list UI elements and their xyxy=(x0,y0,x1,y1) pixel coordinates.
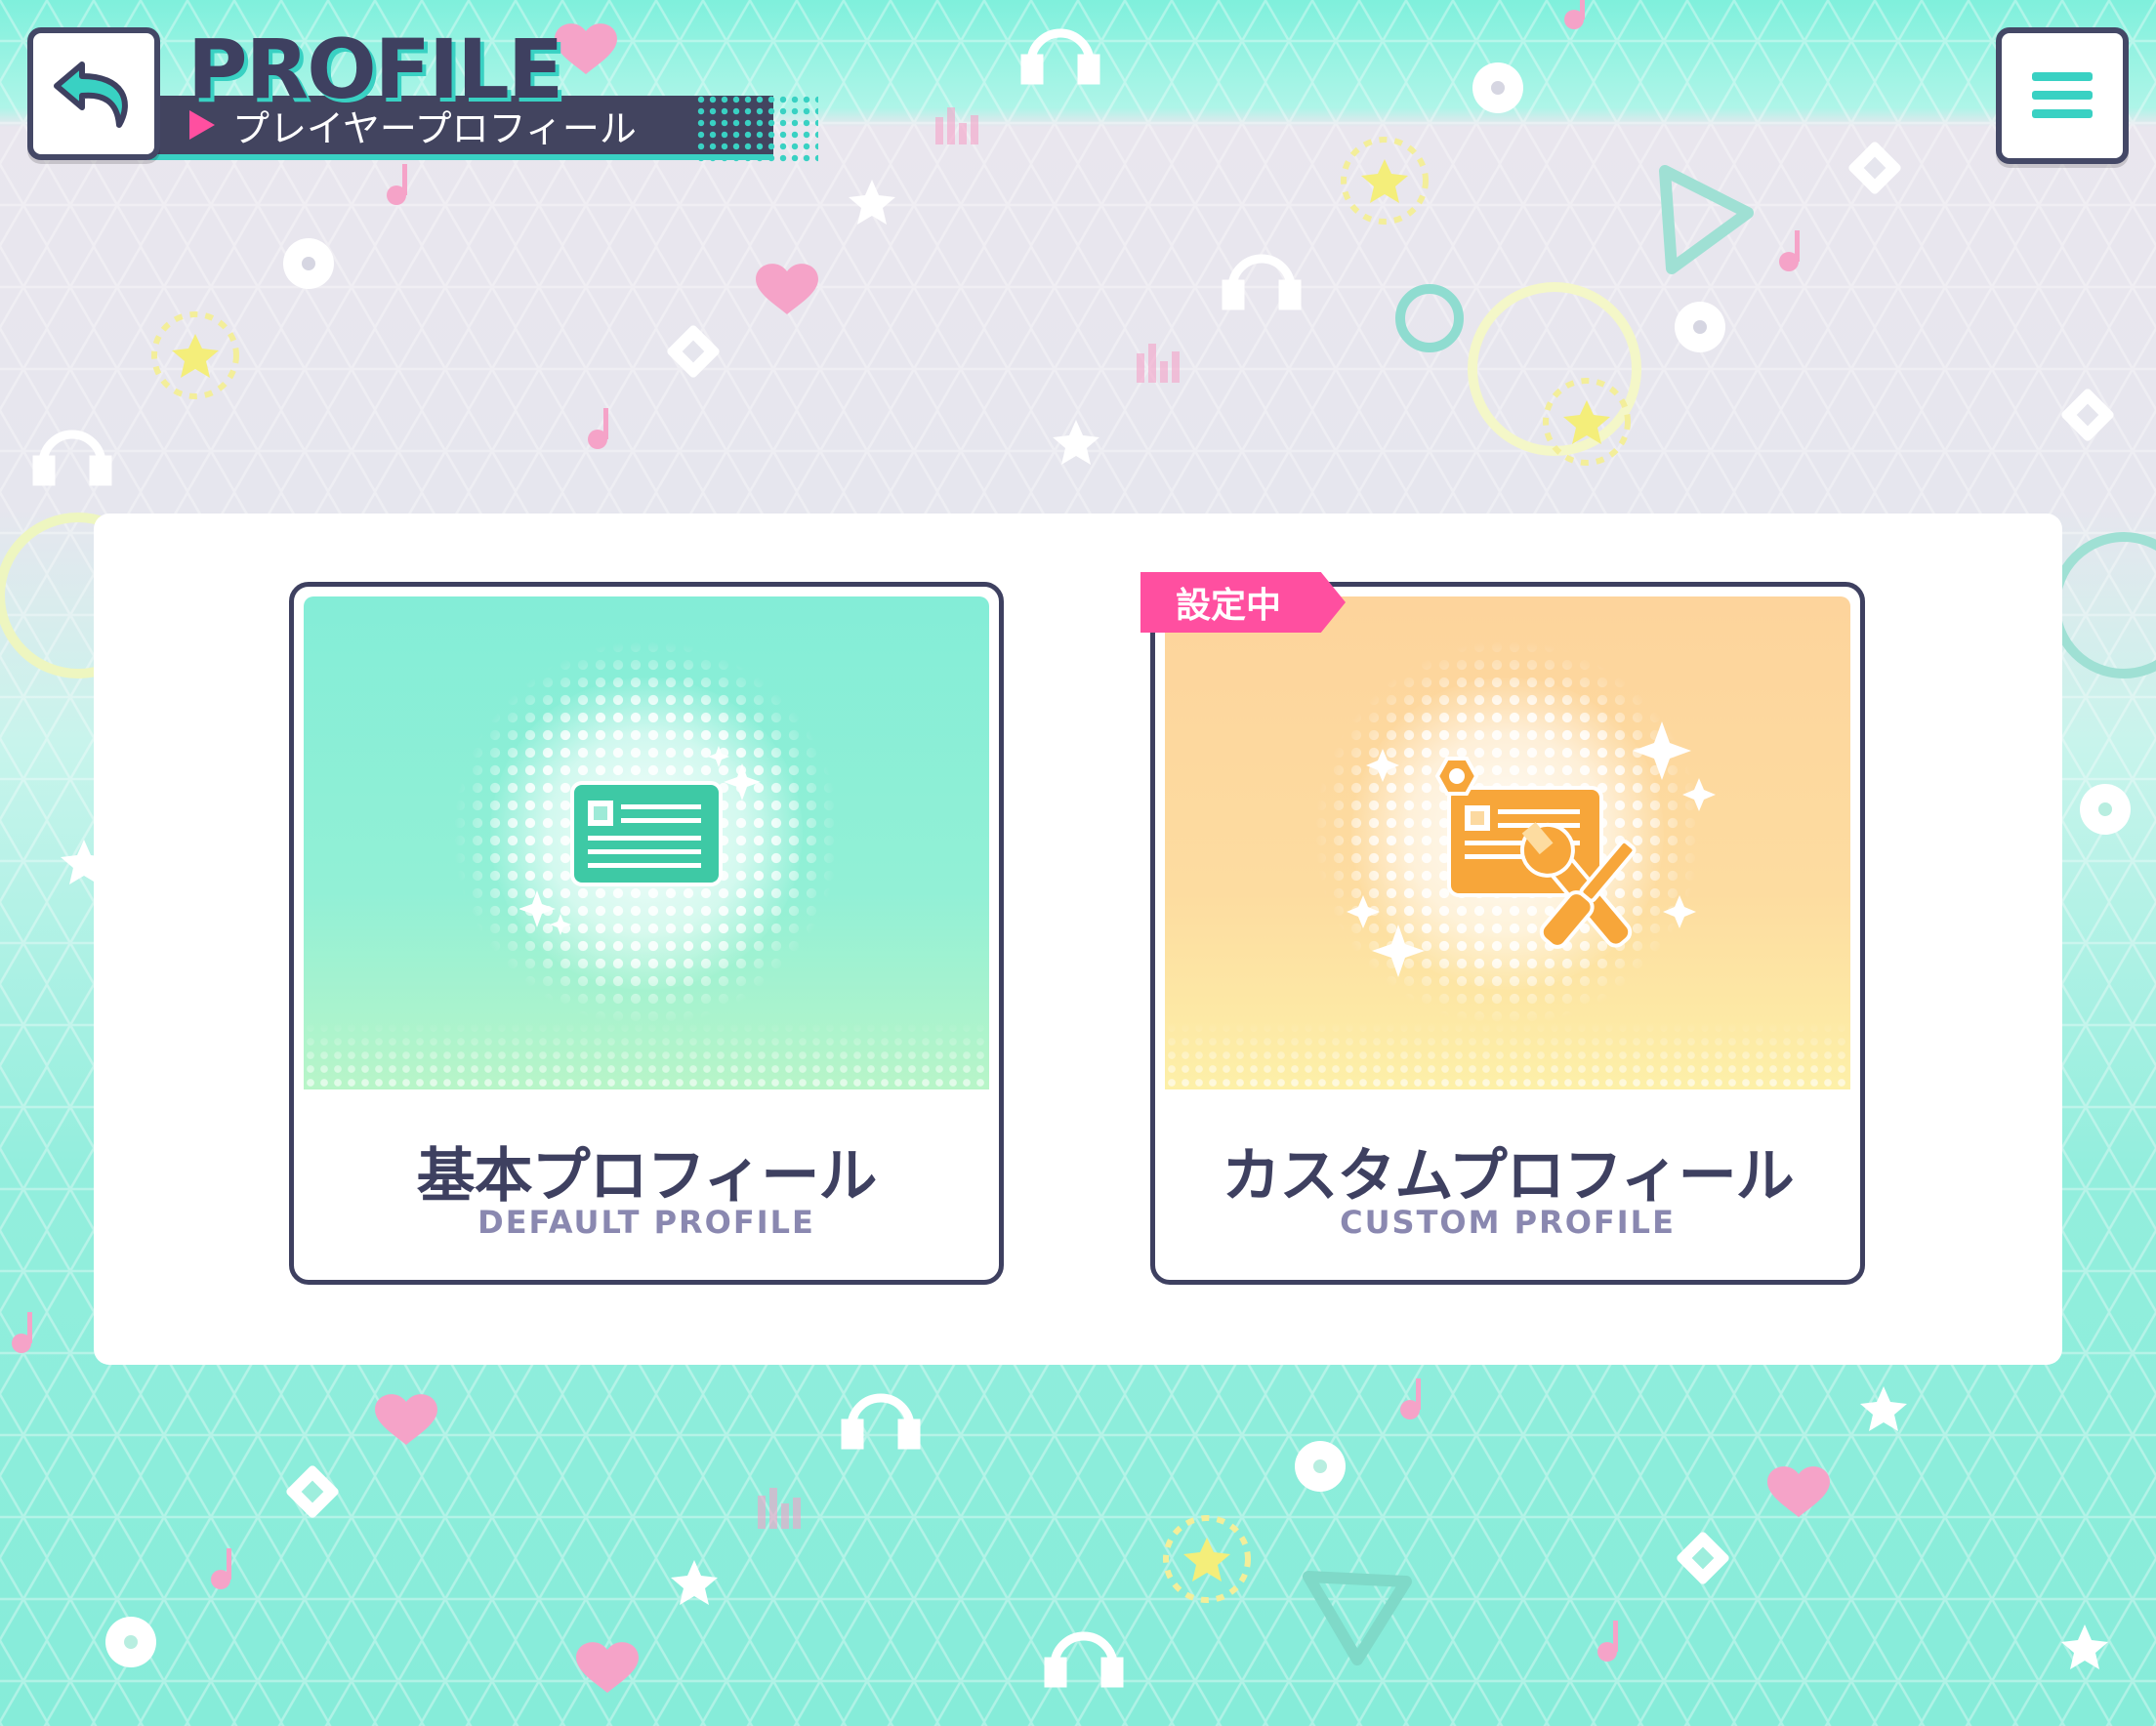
bottom-dots xyxy=(1165,1021,1850,1089)
back-button[interactable] xyxy=(27,27,160,160)
default-profile-card[interactable]: 基本プロフィール DEFAULT PROFILE xyxy=(289,582,1004,1285)
deco-play-triangle xyxy=(1659,165,1754,274)
custom-profile-card[interactable]: カスタムプロフィール CUSTOM PROFILE xyxy=(1150,582,1865,1285)
id-card-icon xyxy=(519,745,761,935)
subtitle-dots-decoration xyxy=(695,94,818,162)
hamburger-menu-icon xyxy=(2032,72,2093,118)
card-title: カスタムプロフィール xyxy=(1222,1142,1794,1211)
card-title: 基本プロフィール xyxy=(416,1142,878,1211)
active-status-badge: 設定中 xyxy=(1140,572,1346,633)
deco-play-triangle xyxy=(1303,1571,1412,1665)
card-subtitle: CUSTOM PROFILE xyxy=(1340,1204,1676,1241)
deco-ring xyxy=(2051,532,2156,678)
deco-ring xyxy=(1395,284,1464,352)
card-subtitle: DEFAULT PROFILE xyxy=(477,1204,815,1241)
menu-button[interactable] xyxy=(1996,27,2129,164)
card-illustration-area xyxy=(304,596,989,1089)
page-title: PROFILE xyxy=(187,21,563,117)
bottom-dots xyxy=(304,1021,989,1089)
deco-ring xyxy=(1468,282,1641,456)
card-illustration-area xyxy=(1165,596,1850,1089)
custom-card-tools-icon xyxy=(1347,720,1716,977)
back-arrow-icon xyxy=(54,62,128,128)
